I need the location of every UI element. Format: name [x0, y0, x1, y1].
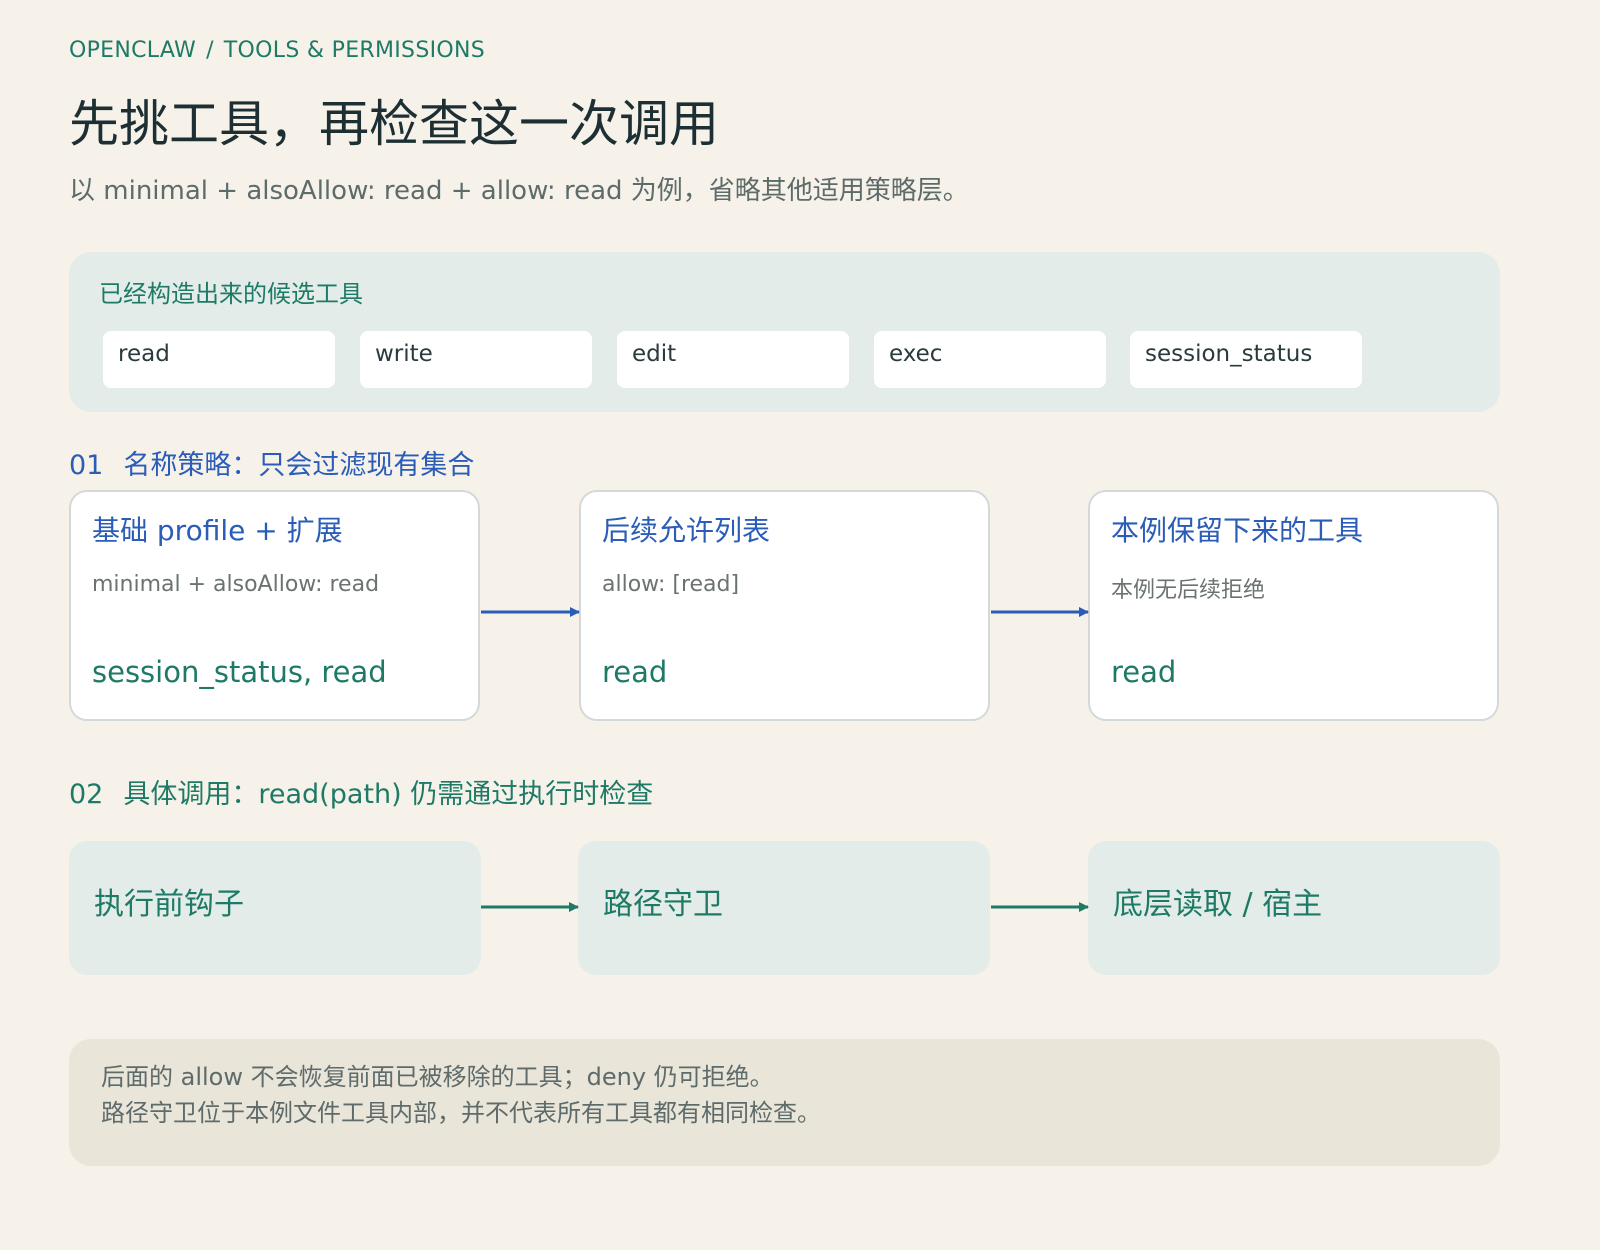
- footnote-panel: 后面的 allow 不会恢复前面已被移除的工具；deny 仍可拒绝。 路径守卫位…: [69, 1039, 1500, 1166]
- footnote-line-2: 路径守卫位于本例文件工具内部，并不代表所有工具都有相同检查。: [101, 1099, 821, 1127]
- footnote-line-1: 后面的 allow 不会恢复前面已被移除的工具；deny 仍可拒绝。: [101, 1063, 774, 1091]
